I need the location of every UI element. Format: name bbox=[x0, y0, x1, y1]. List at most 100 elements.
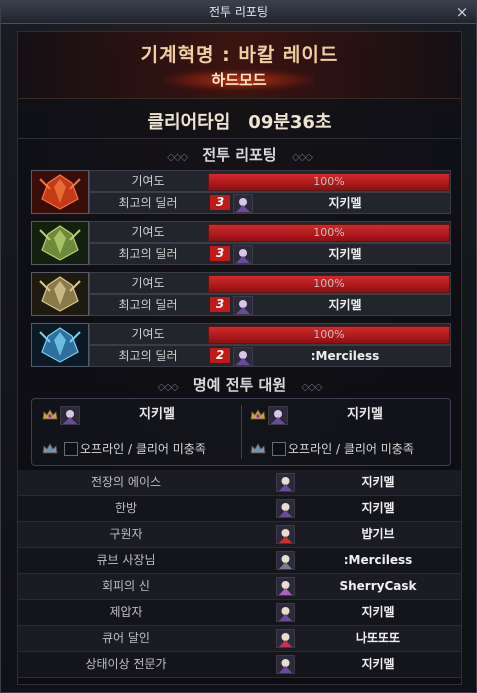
top-dealer-row[interactable]: 최고의 딜러 2 :Merciless bbox=[89, 345, 451, 367]
gold-dragon-icon bbox=[31, 272, 89, 316]
offline-checkbox[interactable] bbox=[272, 442, 286, 456]
honor-member[interactable]: 지키멜 bbox=[36, 403, 241, 427]
clear-time-value: 09분36초 bbox=[248, 112, 332, 133]
contribution-row: 기여도 100% bbox=[89, 170, 451, 192]
character-avatar-icon bbox=[60, 406, 80, 425]
contribution-row: 기여도 100% bbox=[89, 272, 451, 294]
difficulty-badge: 하드모드 bbox=[164, 69, 314, 91]
award-title: 한방 bbox=[114, 501, 138, 515]
top-dealer-row[interactable]: 최고의 딜러 3 지키멜 bbox=[89, 192, 451, 214]
contribution-row: 기여도 100% bbox=[89, 323, 451, 345]
clear-time: 클리어타임 09분36초 bbox=[18, 108, 461, 139]
offline-label: 오프라인 / 클리어 미충족 bbox=[288, 442, 414, 456]
top-dealer-label: 최고의 딜러 bbox=[118, 298, 178, 312]
award-row[interactable]: 한방 지키멜 bbox=[18, 496, 461, 522]
offline-checkbox[interactable] bbox=[64, 442, 78, 456]
contribution-label: 기여도 bbox=[131, 276, 165, 290]
award-row[interactable]: 회피의 신 SherryCask bbox=[18, 574, 461, 600]
character-avatar-icon bbox=[276, 551, 295, 570]
dealer-count-badge: 3 bbox=[210, 195, 230, 210]
party-card: 기여도 100% 최고의 딜러 3 지키멜 bbox=[31, 221, 451, 265]
award-row[interactable]: 큐어 달인 나또또또 bbox=[18, 626, 461, 652]
ornament-left-icon: ◇◇◇ bbox=[157, 382, 179, 393]
award-player-name: 뱝기브 bbox=[361, 527, 395, 541]
top-dealer-name: 지키멜 bbox=[328, 247, 362, 261]
award-title: 큐어 달인 bbox=[102, 631, 150, 645]
contribution-bar: 100% bbox=[208, 326, 450, 344]
award-title: 제압자 bbox=[109, 605, 143, 619]
award-title: 상태이상 전문가 bbox=[85, 657, 167, 671]
offline-label: 오프라인 / 클리어 미충족 bbox=[80, 442, 206, 456]
crown-icon bbox=[42, 443, 58, 454]
honor-members-panel: 지키멜 지키멜 오프라인 / 클리어 미충족 오프라인 / 클리어 미충족 bbox=[31, 398, 451, 466]
character-avatar-icon bbox=[276, 473, 295, 492]
character-avatar-icon bbox=[276, 577, 295, 596]
contribution-value: 100% bbox=[313, 175, 345, 188]
award-row[interactable]: 상태이상 전문가 지키멜 bbox=[18, 652, 461, 678]
top-dealer-row[interactable]: 최고의 딜러 3 지키멜 bbox=[89, 294, 451, 316]
character-avatar-icon bbox=[276, 629, 295, 648]
report-section-title: ◇◇◇ 전투 리포팅 ◇◇◇ bbox=[167, 146, 313, 164]
dealer-count-badge: 2 bbox=[210, 348, 230, 363]
ornament-right-icon: ◇◇◇ bbox=[291, 152, 313, 163]
contribution-label: 기여도 bbox=[131, 327, 165, 341]
contribution-value: 100% bbox=[313, 328, 345, 341]
party-card: 기여도 100% 최고의 딜러 3 지키멜 bbox=[31, 272, 451, 316]
award-player-name: 나또또또 bbox=[355, 631, 401, 645]
award-player-name: SherryCask bbox=[339, 579, 417, 593]
top-dealer-label: 최고의 딜러 bbox=[118, 349, 178, 363]
honor-member-name: 지키멜 bbox=[347, 407, 383, 422]
honor-offline-slot: 오프라인 / 클리어 미충족 bbox=[36, 437, 241, 461]
battle-report-window: 전투 리포팅 × 기계혁명 : 바칼 레이드 하드모드 클리어타임 09분36초 … bbox=[0, 0, 477, 693]
party-card: 기여도 100% 최고의 딜러 2 :Merciless bbox=[31, 323, 451, 367]
clear-time-label: 클리어타임 bbox=[147, 112, 231, 133]
top-dealer-name: :Merciless bbox=[310, 349, 380, 363]
character-avatar-icon bbox=[276, 499, 295, 518]
award-player-name: :Merciless bbox=[343, 553, 413, 567]
honor-member[interactable]: 지키멜 bbox=[244, 403, 449, 427]
character-avatar-icon bbox=[276, 525, 295, 544]
dealer-count-badge: 3 bbox=[210, 297, 230, 312]
top-dealer-row[interactable]: 최고의 딜러 3 지키멜 bbox=[89, 243, 451, 265]
ornament-left-icon: ◇◇◇ bbox=[167, 152, 188, 163]
honor-section-title: ◇◇◇ 명예 전투 대원 ◇◇◇ bbox=[157, 376, 323, 394]
character-avatar-icon bbox=[268, 406, 288, 425]
ornament-right-icon: ◇◇◇ bbox=[301, 382, 322, 393]
contribution-bar: 100% bbox=[208, 224, 450, 242]
award-title: 회피의 신 bbox=[102, 579, 150, 593]
award-title: 전장의 에이스 bbox=[90, 475, 162, 489]
raid-name: 기계혁명 : 바칼 레이드 bbox=[140, 44, 339, 66]
top-dealer-name: 지키멜 bbox=[328, 298, 362, 312]
award-player-name: 지키멜 bbox=[361, 605, 395, 619]
contribution-label: 기여도 bbox=[131, 174, 165, 188]
award-row[interactable]: 구원자 뱝기브 bbox=[18, 522, 461, 548]
contribution-value: 100% bbox=[313, 226, 345, 239]
close-icon[interactable]: × bbox=[454, 1, 470, 23]
award-row[interactable]: 제압자 지키멜 bbox=[18, 600, 461, 626]
green-dragon-icon bbox=[31, 221, 89, 265]
window-title: 전투 리포팅 bbox=[208, 5, 268, 19]
crown-icon bbox=[250, 409, 266, 420]
character-avatar-icon bbox=[276, 655, 295, 674]
top-dealer-label: 최고의 딜러 bbox=[118, 247, 178, 261]
character-avatar-icon bbox=[276, 603, 295, 622]
award-title: 구원자 bbox=[109, 527, 143, 541]
honor-member-name: 지키멜 bbox=[139, 407, 175, 422]
award-title: 큐브 사장님 bbox=[96, 553, 156, 567]
blue-dragon-icon bbox=[31, 323, 89, 367]
award-row[interactable]: 전장의 에이스 지키멜 bbox=[18, 470, 461, 496]
contribution-row: 기여도 100% bbox=[89, 221, 451, 243]
contribution-bar: 100% bbox=[208, 275, 450, 293]
top-dealer-label: 최고의 딜러 bbox=[118, 196, 178, 210]
crown-icon bbox=[42, 409, 58, 420]
award-player-name: 지키멜 bbox=[361, 475, 395, 489]
contribution-label: 기여도 bbox=[131, 225, 165, 239]
honor-offline-slot: 오프라인 / 클리어 미충족 bbox=[244, 437, 449, 461]
award-row[interactable]: 큐브 사장님 :Merciless bbox=[18, 548, 461, 574]
title-bar[interactable]: 전투 리포팅 × bbox=[1, 1, 476, 24]
award-player-name: 지키멜 bbox=[361, 657, 395, 671]
award-player-name: 지키멜 bbox=[361, 501, 395, 515]
red-dragon-icon bbox=[31, 170, 89, 214]
contribution-value: 100% bbox=[313, 277, 345, 290]
party-card: 기여도 100% 최고의 딜러 3 지키멜 bbox=[31, 170, 451, 214]
